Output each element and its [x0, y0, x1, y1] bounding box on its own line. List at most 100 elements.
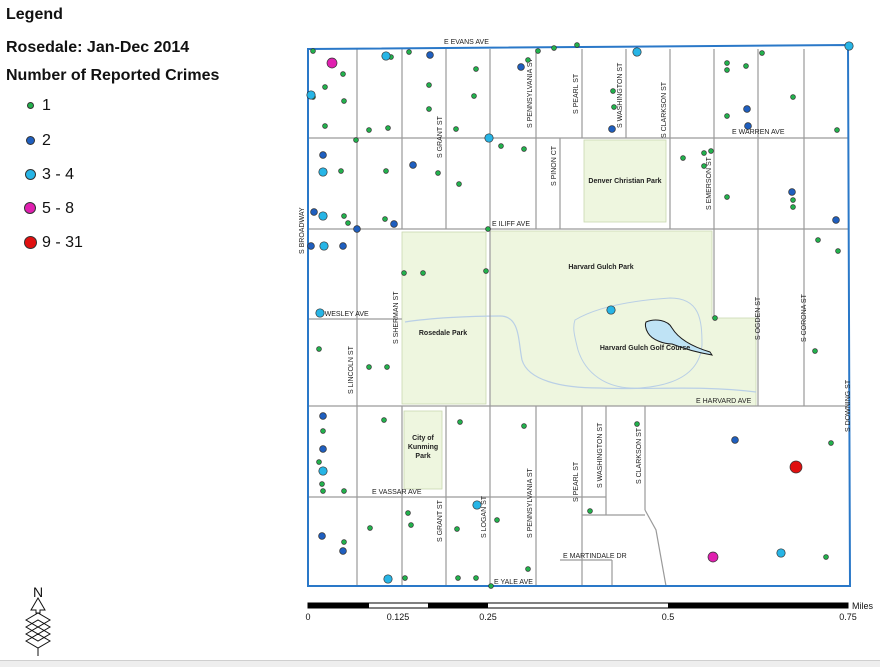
label-yale: E YALE AVE — [494, 579, 533, 586]
crime-point — [472, 500, 482, 510]
crime-point — [517, 63, 525, 71]
crime-point — [759, 50, 765, 56]
crime-point — [341, 539, 347, 545]
crime-point — [708, 148, 714, 154]
crime-point — [390, 220, 398, 228]
crime-point — [319, 445, 327, 453]
crime-point — [834, 127, 840, 133]
crime-point — [353, 225, 361, 233]
scale-tick-025: 0.25 — [479, 612, 497, 622]
crime-point — [366, 127, 372, 133]
crime-point — [310, 48, 316, 54]
crime-point — [340, 71, 346, 77]
crime-point — [454, 526, 460, 532]
label-kunming-2: Kunming — [408, 444, 438, 451]
crime-point — [320, 428, 326, 434]
crime-point — [574, 42, 580, 48]
label-washington-n: S WASHINGTON ST — [617, 62, 624, 128]
crime-point — [724, 194, 730, 200]
scale-tick-075: 0.75 — [839, 612, 857, 622]
crime-point — [409, 161, 417, 169]
north-arrow-icon — [25, 597, 51, 656]
crime-point — [724, 67, 730, 73]
crime-point — [743, 105, 751, 113]
label-martindale: E MARTINDALE DR — [563, 553, 627, 560]
scale-seg-2 — [428, 603, 488, 608]
scale-tick-05: 0.5 — [662, 612, 675, 622]
label-ogden: S OGDEN ST — [755, 296, 762, 340]
crime-point — [707, 551, 719, 563]
crime-point — [326, 57, 338, 69]
label-harvard: E HARVARD AVE — [696, 398, 752, 405]
crime-point — [587, 508, 593, 514]
crime-point — [744, 122, 752, 130]
crime-point — [306, 90, 316, 100]
crime-point — [494, 517, 500, 523]
crime-point — [606, 305, 616, 315]
scale-bar: 0 0.125 0.25 0.5 0.75 Miles — [305, 601, 873, 622]
label-wesley: E WESLEY AVE — [318, 311, 369, 318]
crime-point — [525, 566, 531, 572]
crime-point — [498, 143, 504, 149]
crime-point — [339, 242, 347, 250]
crime-point — [812, 348, 818, 354]
crime-point — [790, 197, 796, 203]
crime-point — [338, 168, 344, 174]
crime-point — [383, 168, 389, 174]
label-penn-n: S PENNSYLVANIA ST — [527, 58, 534, 128]
crime-point — [790, 204, 796, 210]
label-broadway: S BROADWAY — [299, 207, 306, 254]
label-corona: S CORONA ST — [801, 293, 808, 342]
crime-point — [426, 51, 434, 59]
scale-tick-0125: 0.125 — [387, 612, 410, 622]
crime-point — [790, 94, 796, 100]
crime-point — [384, 364, 390, 370]
label-grant-n: S GRANT ST — [437, 115, 444, 158]
crime-point — [406, 49, 412, 55]
label-evans: E EVANS AVE — [444, 39, 489, 46]
crime-points-class-9-31 — [789, 460, 803, 474]
crime-point — [815, 237, 821, 243]
crime-point — [525, 57, 531, 63]
crime-point — [405, 510, 411, 516]
crime-point — [483, 268, 489, 274]
parks-layer — [401, 139, 757, 490]
crime-point — [828, 440, 834, 446]
label-pearl-s: S PEARL ST — [573, 461, 580, 502]
crime-point — [319, 481, 325, 487]
crime-point — [402, 575, 408, 581]
street-clarkson-s-b — [644, 509, 667, 587]
label-pinon: S PINON CT — [551, 145, 558, 186]
crime-point — [776, 548, 786, 558]
crime-point — [319, 151, 327, 159]
label-logan: S LOGAN ST — [481, 495, 488, 538]
label-rosedale-park: Rosedale Park — [419, 330, 467, 337]
crime-point — [318, 211, 328, 221]
crime-point — [457, 419, 463, 425]
label-clarkson-s: S CLARKSON ST — [636, 427, 643, 484]
crime-point — [382, 216, 388, 222]
crime-point — [731, 436, 739, 444]
label-warren: E WARREN AVE — [732, 129, 785, 136]
crime-point — [484, 133, 494, 143]
label-kunming-3: Park — [415, 453, 430, 460]
crime-point — [832, 216, 840, 224]
label-denver-christian-park: Denver Christian Park — [588, 178, 661, 185]
crime-point — [341, 98, 347, 104]
crime-point — [341, 213, 347, 219]
crime-point — [320, 488, 326, 494]
crime-point — [456, 181, 462, 187]
crime-point — [844, 41, 854, 51]
crime-point — [485, 226, 491, 232]
crime-point — [823, 554, 829, 560]
label-downing: S DOWNING ST — [845, 379, 852, 432]
crime-map: E EVANS AVE E WARREN AVE E ILIFF AVE E W… — [25, 39, 874, 656]
crime-point — [367, 525, 373, 531]
crime-point — [319, 412, 327, 420]
label-penn-s: S PENNSYLVANIA ST — [527, 468, 534, 538]
label-golf-course: Harvard Gulch Golf Course — [600, 345, 690, 352]
crime-point — [724, 113, 730, 119]
crime-point — [473, 575, 479, 581]
crime-point — [789, 460, 803, 474]
crime-point — [788, 188, 796, 196]
